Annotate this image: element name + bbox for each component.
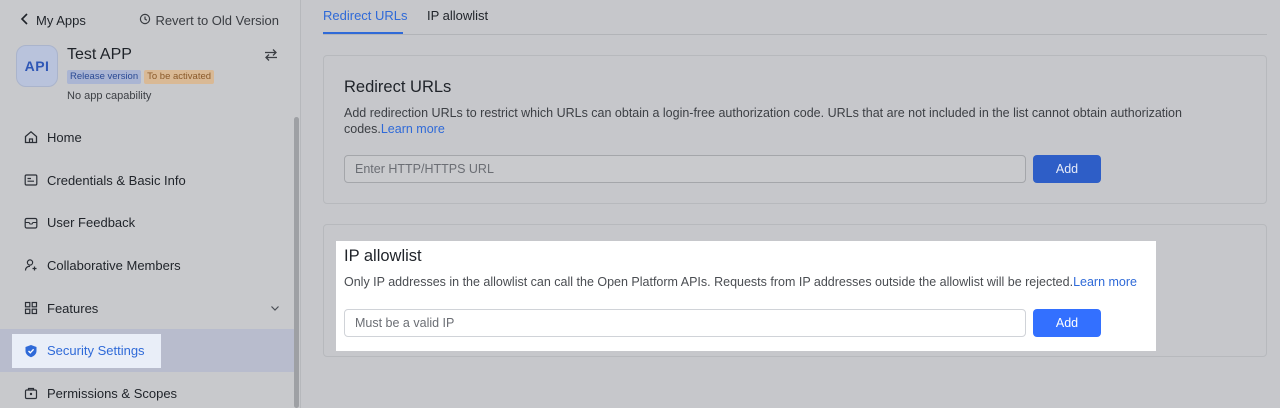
learn-more-link[interactable]: Learn more: [1073, 275, 1137, 289]
sidebar: My Apps Revert to Old Version API Test A…: [0, 0, 301, 408]
feedback-icon: [23, 215, 39, 231]
permissions-icon: [23, 385, 39, 401]
redirect-urls-card: Redirect URLs Add redirection URLs to re…: [323, 55, 1267, 204]
features-grid-icon: [23, 300, 39, 316]
ip-address-input[interactable]: [344, 309, 1026, 337]
description-text: Only IP addresses in the allowlist can c…: [344, 275, 1074, 289]
add-member-icon: [23, 257, 39, 273]
settings-tabs: Redirect URLs IP allowlist: [323, 0, 1267, 35]
sidebar-item-permissions-scopes[interactable]: Permissions & Scopes: [0, 372, 294, 408]
sidebar-item-features[interactable]: Features: [0, 287, 294, 330]
sidebar-topbar: My Apps Revert to Old Version: [0, 0, 301, 40]
sidebar-item-user-feedback[interactable]: User Feedback: [0, 201, 294, 244]
back-label: My Apps: [36, 12, 86, 28]
sidebar-item-label: Features: [47, 300, 99, 316]
credentials-icon: [23, 172, 39, 188]
ip-allowlist-card: IP allowlist Only IP addresses in the al…: [323, 224, 1267, 357]
status-badge: To be activated: [144, 70, 215, 84]
add-redirect-url-button[interactable]: Add: [1033, 155, 1101, 183]
active-tab-indicator: [323, 32, 403, 34]
sidebar-item-home[interactable]: Home: [0, 116, 294, 159]
sidebar-item-credentials[interactable]: Credentials & Basic Info: [0, 159, 294, 202]
tab-ip-allowlist[interactable]: IP allowlist: [427, 8, 488, 23]
sidebar-item-label: User Feedback: [47, 215, 136, 231]
shield-icon: [23, 343, 39, 359]
app-name: Test APP: [67, 46, 132, 63]
sidebar-item-label: Home: [47, 129, 82, 145]
revert-old-version-button[interactable]: Revert to Old Version: [139, 13, 279, 28]
learn-more-link[interactable]: Learn more: [381, 122, 445, 136]
sidebar-item-label: Security Settings: [47, 343, 145, 359]
sidebar-item-label: Credentials & Basic Info: [47, 172, 186, 188]
ip-allowlist-description: Only IP addresses in the allowlist can c…: [344, 275, 1214, 291]
back-to-my-apps-link[interactable]: My Apps: [20, 13, 86, 28]
redirect-url-input[interactable]: [344, 155, 1026, 183]
app-logo: API: [16, 45, 58, 87]
ip-allowlist-title: IP allowlist: [344, 247, 422, 265]
chevron-down-icon[interactable]: [270, 301, 280, 316]
sidebar-nav: Home Credentials & Basic Info User Feedb…: [0, 116, 294, 408]
revert-label: Revert to Old Version: [155, 12, 279, 28]
sidebar-item-label: Collaborative Members: [47, 257, 181, 273]
home-icon: [23, 129, 39, 145]
sidebar-item-label: Permissions & Scopes: [47, 385, 178, 401]
app-capability-text: No app capability: [67, 90, 152, 102]
app-info-card: API Test APP Release version To be activ…: [16, 44, 286, 108]
history-icon: [139, 13, 151, 28]
chevron-left-icon: [20, 12, 30, 28]
tab-redirect-urls[interactable]: Redirect URLs: [323, 8, 408, 23]
sidebar-item-collaborative-members[interactable]: Collaborative Members: [0, 244, 294, 287]
switch-app-icon[interactable]: [264, 48, 278, 67]
app-badges: Release version To be activated: [67, 70, 215, 84]
redirect-urls-description: Add redirection URLs to restrict which U…: [344, 106, 1214, 137]
add-ip-button[interactable]: Add: [1033, 309, 1101, 337]
redirect-urls-title: Redirect URLs: [344, 78, 452, 96]
release-version-badge: Release version: [67, 70, 142, 84]
sidebar-item-security-settings[interactable]: Security Settings: [0, 329, 294, 373]
sidebar-scrollbar[interactable]: [294, 117, 299, 408]
description-text: Add redirection URLs to restrict which U…: [344, 106, 1182, 136]
